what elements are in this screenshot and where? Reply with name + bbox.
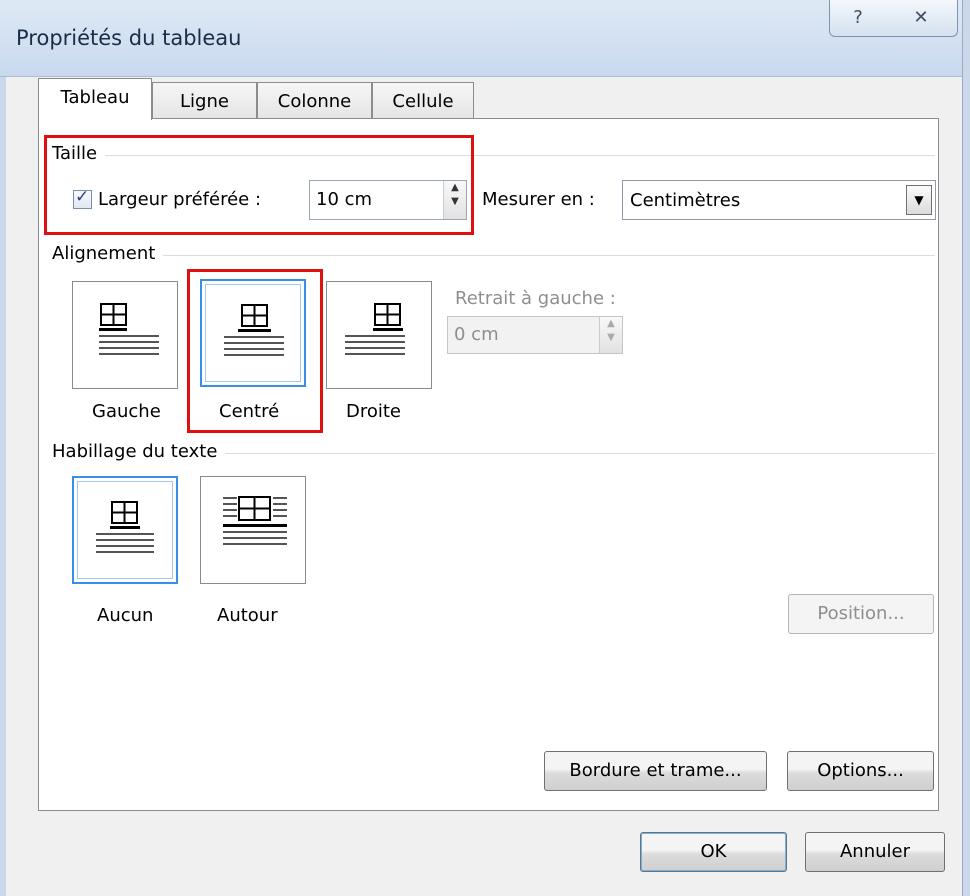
preferred-width-label: Largeur préférée : — [98, 189, 262, 210]
section-divider — [55, 255, 935, 256]
ok-button[interactable]: OK — [640, 832, 787, 872]
left-indent-value: 0 cm — [454, 324, 499, 345]
preferred-width-value: 10 cm — [316, 189, 373, 210]
size-section-title: Taille — [52, 143, 106, 164]
left-indent-spinner: 0 cm ▲ ▼ — [447, 316, 623, 354]
checkmark-icon: ✓ — [75, 187, 90, 207]
measure-in-dropdown[interactable]: Centimètres ▼ — [622, 180, 936, 220]
tab-tableau[interactable]: Tableau — [38, 78, 152, 120]
align-left-icon — [99, 303, 159, 355]
wrapping-section-title: Habillage du texte — [52, 441, 226, 462]
dialog-title: Propriétés du tableau — [16, 26, 242, 50]
align-center-icon — [224, 304, 284, 356]
spinner-arrows-icon[interactable]: ▲ ▼ — [443, 181, 466, 219]
close-button[interactable]: ✕ — [885, 0, 958, 37]
borders-and-shading-button[interactable]: Bordure et trame... — [544, 751, 767, 791]
tab-cellule[interactable]: Cellule — [372, 82, 474, 120]
wrap-around-label: Autour — [217, 605, 278, 626]
tab-ligne[interactable]: Ligne — [152, 82, 257, 120]
measure-in-value: Centimètres — [630, 190, 741, 211]
options-button[interactable]: Options... — [787, 751, 934, 791]
align-left-label: Gauche — [92, 401, 161, 422]
align-right-option[interactable] — [326, 281, 432, 389]
preferred-width-spinner[interactable]: 10 cm ▲ ▼ — [309, 180, 467, 220]
position-button: Position... — [788, 594, 934, 634]
left-indent-label: Retrait à gauche : — [455, 288, 616, 309]
preferred-width-checkbox[interactable]: ✓ — [73, 187, 92, 209]
wrap-around-icon — [223, 496, 287, 545]
help-icon: ? — [853, 7, 863, 28]
title-bar[interactable]: Propriétés du tableau ? ✕ — [0, 0, 970, 77]
dropdown-arrow-icon[interactable]: ▼ — [906, 185, 932, 215]
align-right-label: Droite — [346, 401, 402, 422]
alignment-section-title: Alignement — [52, 243, 164, 264]
spinner-arrows-icon: ▲ ▼ — [599, 317, 622, 353]
align-left-option[interactable] — [72, 281, 178, 389]
align-center-option[interactable] — [200, 279, 306, 387]
table-properties-dialog: Propriétés du tableau ? ✕ Tableau Ligne … — [0, 0, 970, 896]
tab-panel-tableau — [38, 118, 939, 811]
close-icon: ✕ — [913, 7, 929, 28]
wrap-around-option[interactable] — [200, 476, 306, 584]
align-center-label: Centré — [219, 401, 280, 422]
tab-colonne[interactable]: Colonne — [257, 82, 372, 120]
help-button[interactable]: ? — [829, 0, 887, 37]
measure-in-label: Mesurer en : — [482, 189, 595, 210]
wrap-none-option[interactable] — [72, 476, 178, 584]
window-frame — [962, 0, 970, 896]
wrap-none-label: Aucun — [97, 605, 154, 626]
align-right-icon — [345, 303, 405, 355]
wrap-none-icon — [96, 501, 154, 553]
cancel-button[interactable]: Annuler — [805, 832, 945, 872]
section-divider — [55, 155, 935, 156]
